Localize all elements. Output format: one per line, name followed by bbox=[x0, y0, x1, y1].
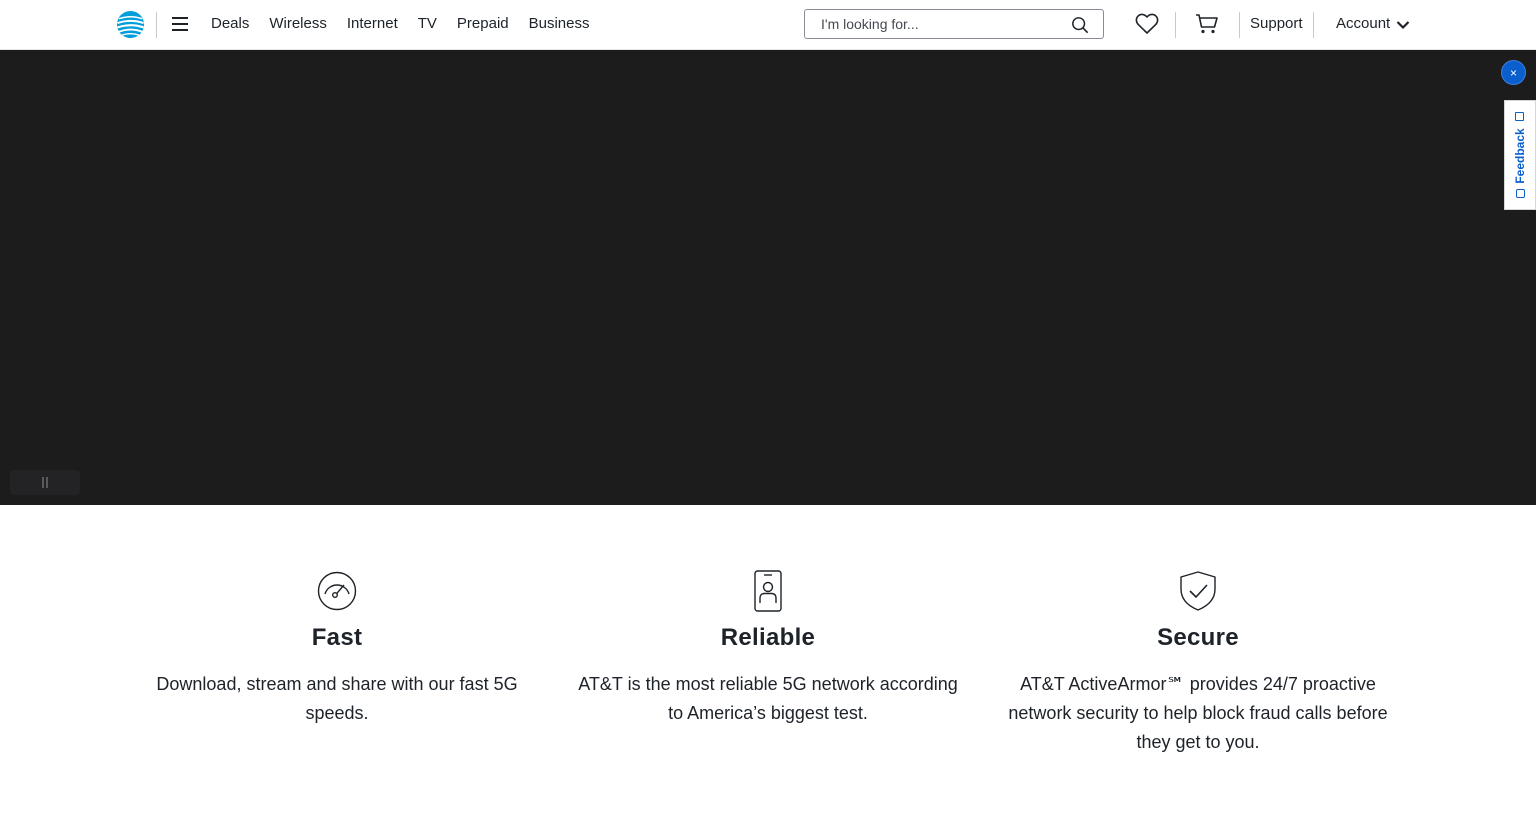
chevron-down-icon bbox=[1396, 20, 1410, 29]
feature-title: Fast bbox=[311, 624, 363, 651]
divider bbox=[1313, 12, 1314, 38]
close-button[interactable]: × bbox=[1501, 60, 1526, 85]
menu-icon[interactable] bbox=[172, 14, 190, 36]
hero-banner bbox=[0, 50, 1536, 505]
support-link[interactable]: Support bbox=[1250, 15, 1303, 32]
nav-item-business[interactable]: Business bbox=[529, 15, 590, 32]
account-label: Account bbox=[1336, 15, 1391, 32]
nav-item-tv[interactable]: TV bbox=[418, 15, 437, 32]
feature-text: AT&T is the most reliable 5G network acc… bbox=[578, 674, 958, 723]
cart-icon[interactable] bbox=[1195, 13, 1219, 35]
phone-person-icon bbox=[754, 570, 782, 612]
shield-check-icon bbox=[1180, 571, 1216, 611]
divider bbox=[1175, 12, 1176, 38]
att-logo-icon[interactable] bbox=[116, 10, 145, 39]
pause-icon bbox=[42, 477, 44, 488]
feature-text: Download, stream and share with our fast… bbox=[156, 674, 518, 723]
divider bbox=[1239, 12, 1240, 38]
feature-text: AT&T ActiveArmor℠ provides 24/7 proactiv… bbox=[1008, 674, 1388, 752]
search-box bbox=[804, 9, 1104, 39]
nav-item-deals[interactable]: Deals bbox=[211, 15, 249, 32]
nav-item-prepaid[interactable]: Prepaid bbox=[457, 15, 509, 32]
feature-reliable: Reliable AT&T is the most reliable 5G ne… bbox=[553, 570, 983, 728]
speedometer-icon bbox=[317, 571, 357, 611]
primary-nav: Deals Wireless Internet TV Prepaid Busin… bbox=[211, 15, 590, 32]
feature-title: Secure bbox=[1157, 624, 1239, 651]
nav-item-wireless[interactable]: Wireless bbox=[269, 15, 327, 32]
feature-fast: Fast Download, stream and share with our… bbox=[122, 570, 552, 728]
global-header: Deals Wireless Internet TV Prepaid Busin… bbox=[0, 0, 1536, 50]
feedback-logo-icon bbox=[1516, 189, 1525, 198]
feature-secure: Secure AT&T ActiveArmor℠ provides 24/7 p… bbox=[983, 570, 1413, 757]
feature-title: Reliable bbox=[720, 624, 816, 651]
feedback-icon bbox=[1515, 112, 1524, 121]
nav-item-internet[interactable]: Internet bbox=[347, 15, 398, 32]
search-input[interactable] bbox=[805, 10, 1065, 38]
heart-icon[interactable] bbox=[1135, 13, 1159, 35]
pause-icon-bar bbox=[46, 477, 48, 488]
feedback-label: Feedback bbox=[1513, 128, 1527, 184]
search-icon[interactable] bbox=[1071, 16, 1089, 34]
divider bbox=[156, 12, 157, 38]
feedback-tab[interactable]: Feedback bbox=[1504, 100, 1536, 210]
account-menu[interactable]: Account bbox=[1336, 15, 1410, 32]
pause-button[interactable] bbox=[10, 470, 80, 495]
